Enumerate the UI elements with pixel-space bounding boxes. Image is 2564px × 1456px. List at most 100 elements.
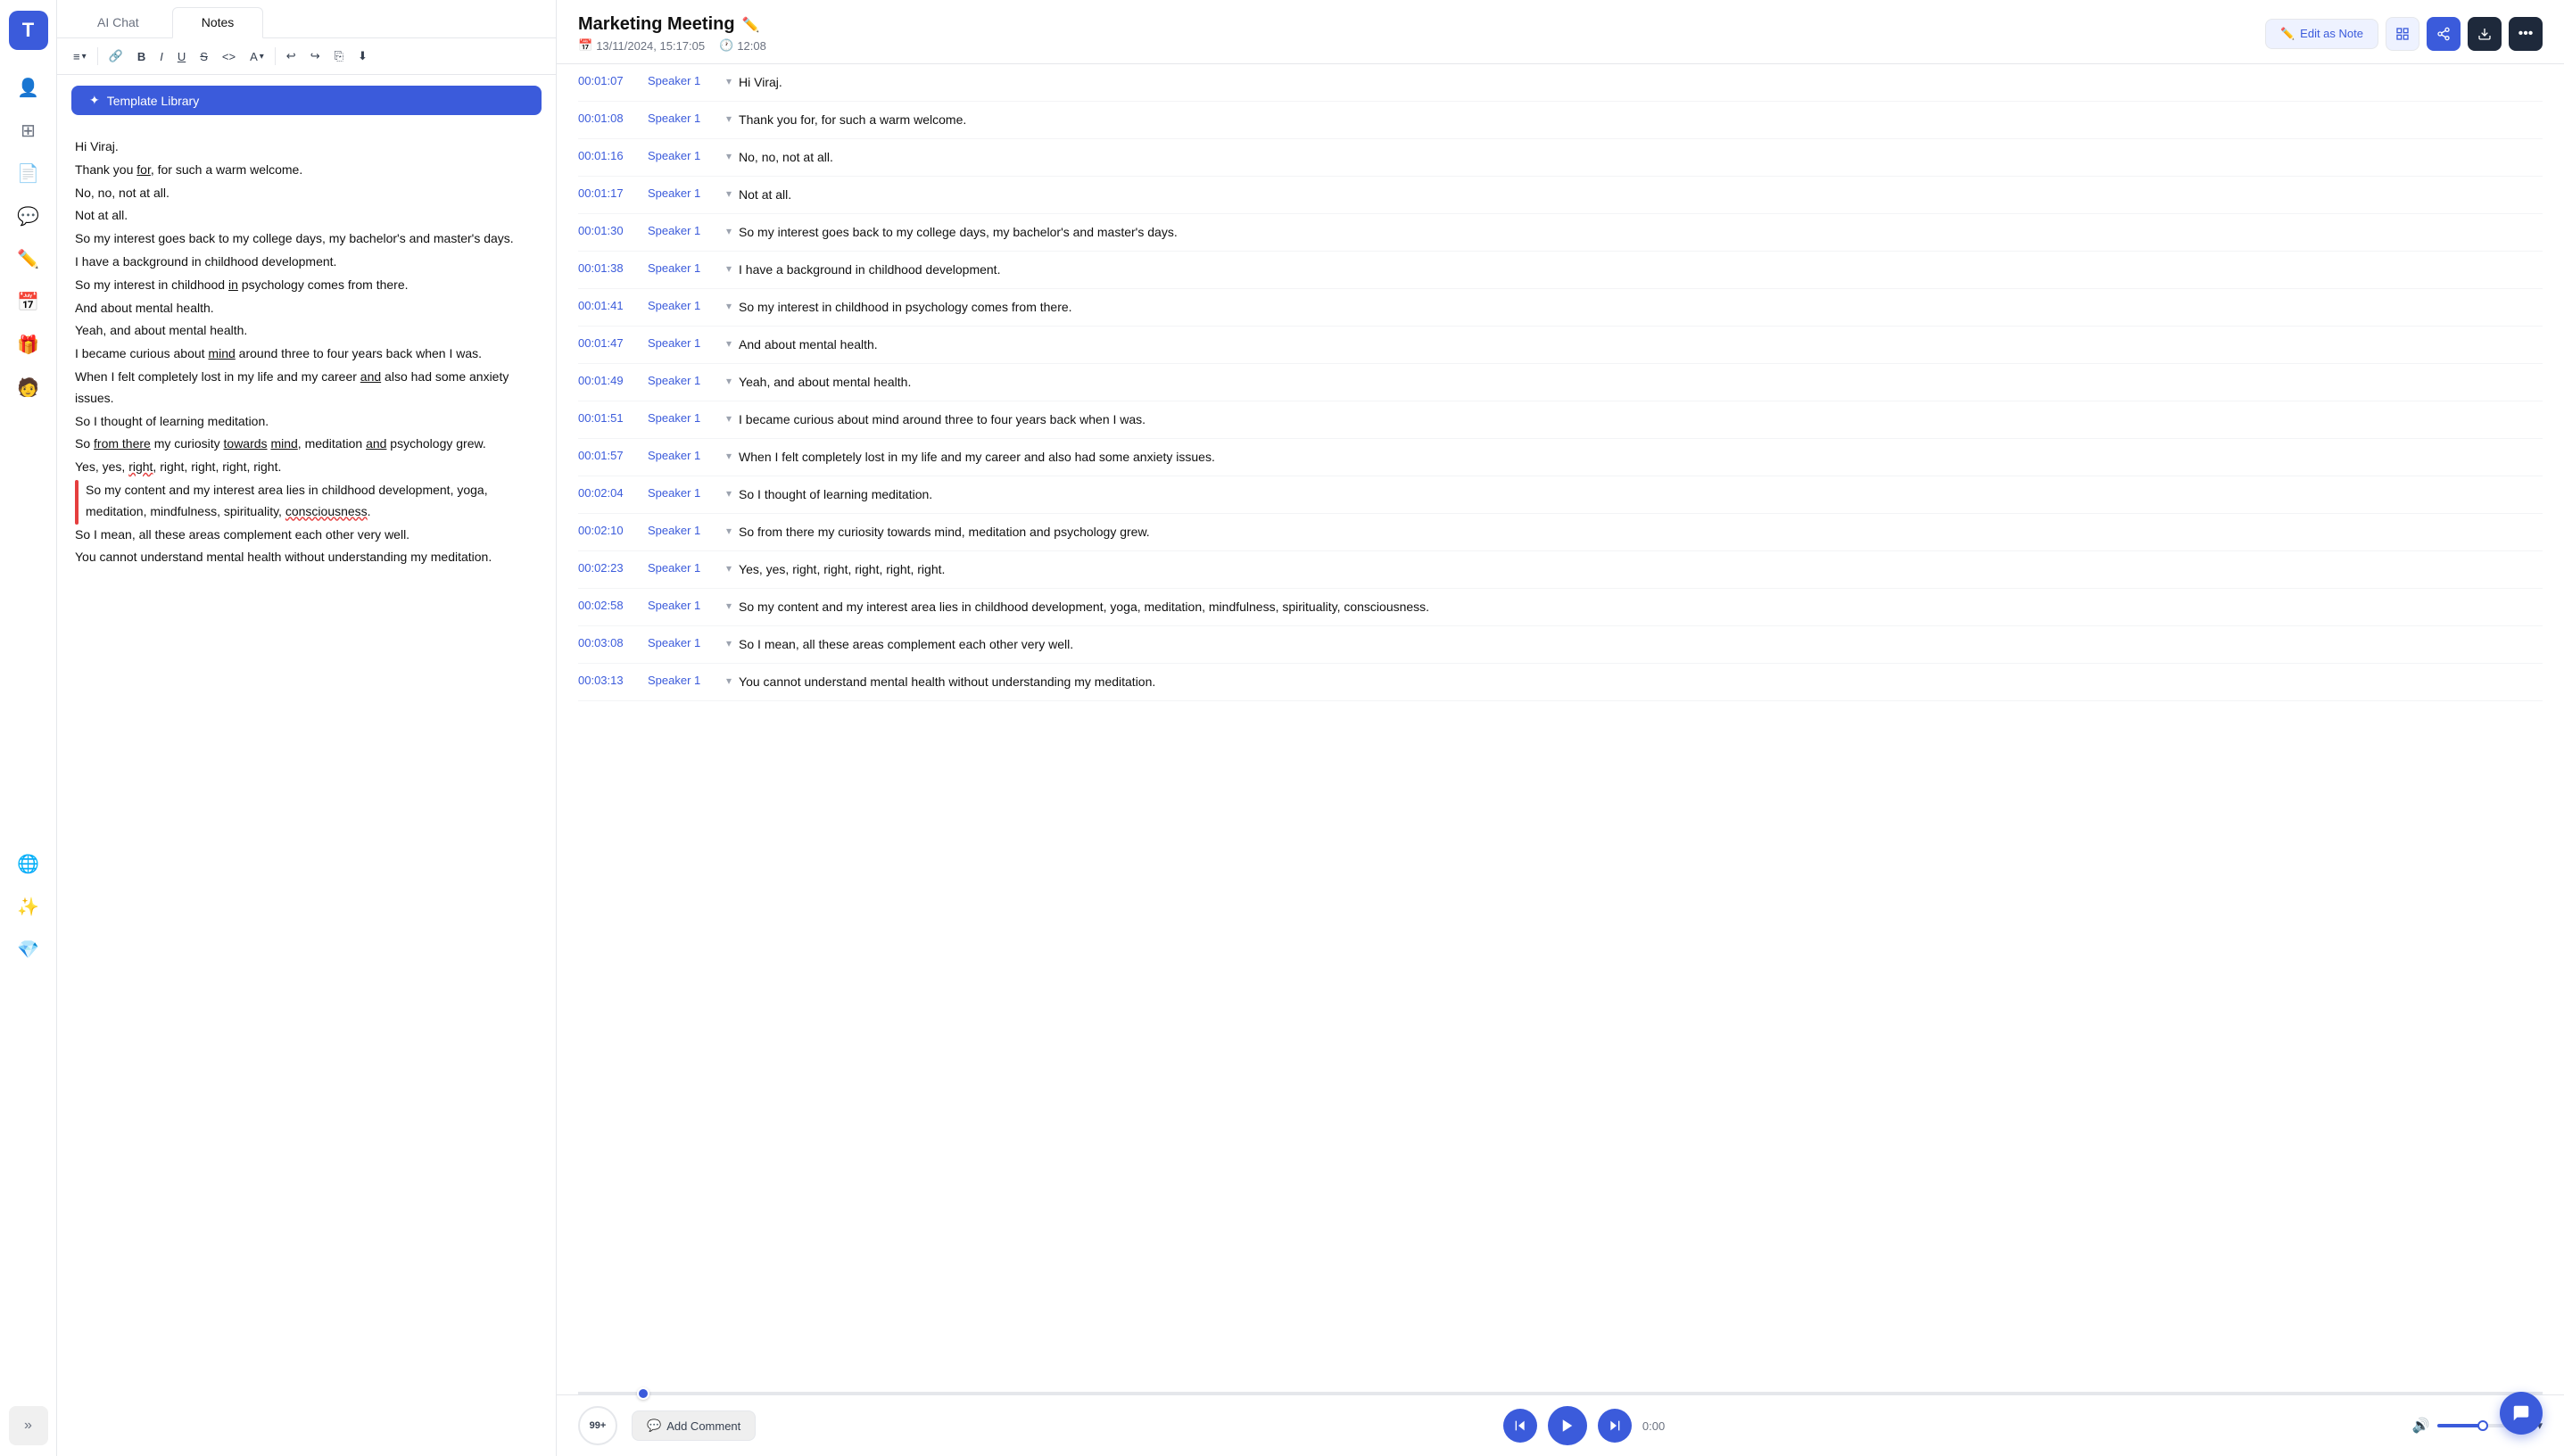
sidebar-item-users[interactable]: 👤	[9, 68, 48, 107]
share-btn[interactable]	[2427, 17, 2461, 51]
ts-speaker-14[interactable]: Speaker 1	[648, 598, 719, 612]
sidebar-item-translate[interactable]: 🌐	[9, 844, 48, 883]
sidebar-item-person[interactable]: 🧑	[9, 368, 48, 407]
volume-knob[interactable]	[2477, 1420, 2488, 1431]
sidebar-item-grid[interactable]: ⊞	[9, 111, 48, 150]
ts-speaker-5[interactable]: Speaker 1	[648, 261, 719, 275]
ts-time-12[interactable]: 00:02:10	[578, 523, 641, 537]
ts-time-13[interactable]: 00:02:23	[578, 560, 641, 575]
tab-ai-chat[interactable]: AI Chat	[68, 7, 169, 37]
ts-time-14[interactable]: 00:02:58	[578, 598, 641, 612]
ts-speaker-15[interactable]: Speaker 1	[648, 635, 719, 649]
ts-speaker-12[interactable]: Speaker 1	[648, 523, 719, 537]
ts-time-10[interactable]: 00:01:57	[578, 448, 641, 462]
progress-dot[interactable]	[637, 1387, 649, 1400]
ts-chevron-2[interactable]: ▾	[726, 148, 732, 162]
ts-speaker-11[interactable]: Speaker 1	[648, 485, 719, 500]
sidebar-item-calendar[interactable]: 📅	[9, 282, 48, 321]
ts-speaker-4[interactable]: Speaker 1	[648, 223, 719, 237]
ts-chevron-15[interactable]: ▾	[726, 635, 732, 649]
ts-time-8[interactable]: 00:01:49	[578, 373, 641, 387]
copy-btn[interactable]: ⎘	[329, 46, 349, 67]
skip-forward-btn[interactable]	[1598, 1409, 1632, 1443]
ts-speaker-9[interactable]: Speaker 1	[648, 410, 719, 425]
ts-speaker-13[interactable]: Speaker 1	[648, 560, 719, 575]
ts-time-3[interactable]: 00:01:17	[578, 186, 641, 200]
edit-as-note-btn[interactable]: ✏️ Edit as Note	[2265, 19, 2378, 49]
ts-speaker-0[interactable]: Speaker 1	[648, 73, 719, 87]
ts-time-4[interactable]: 00:01:30	[578, 223, 641, 237]
ts-chevron-6[interactable]: ▾	[726, 298, 732, 312]
current-time: 0:00	[1642, 1419, 1665, 1433]
ts-chevron-3[interactable]: ▾	[726, 186, 732, 200]
ts-chevron-14[interactable]: ▾	[726, 598, 732, 612]
ts-time-5[interactable]: 00:01:38	[578, 261, 641, 275]
ts-speaker-10[interactable]: Speaker 1	[648, 448, 719, 462]
ts-chevron-12[interactable]: ▾	[726, 523, 732, 537]
undo-btn[interactable]: ↩	[281, 46, 302, 67]
ts-chevron-10[interactable]: ▾	[726, 448, 732, 462]
ts-time-7[interactable]: 00:01:47	[578, 335, 641, 350]
ts-time-11[interactable]: 00:02:04	[578, 485, 641, 500]
underline-and2: and	[366, 436, 386, 451]
font-color-btn[interactable]: A ▾	[244, 46, 269, 67]
redo-btn[interactable]: ↪	[305, 46, 326, 67]
ts-chevron-5[interactable]: ▾	[726, 261, 732, 275]
ts-time-0[interactable]: 00:01:07	[578, 73, 641, 87]
chat-bubble-btn[interactable]	[2500, 1392, 2543, 1435]
ts-chevron-1[interactable]: ▾	[726, 111, 732, 125]
italic-btn[interactable]: I	[154, 46, 169, 67]
strikethrough-btn[interactable]: S	[194, 46, 213, 67]
sidebar-item-magic[interactable]: ✨	[9, 887, 48, 926]
share-icon-btn[interactable]	[2386, 17, 2419, 51]
ts-speaker-1[interactable]: Speaker 1	[648, 111, 719, 125]
ts-chevron-4[interactable]: ▾	[726, 223, 732, 237]
tab-notes[interactable]: Notes	[172, 7, 264, 38]
more-options-btn[interactable]: •••	[2509, 17, 2543, 51]
ts-chevron-13[interactable]: ▾	[726, 560, 732, 575]
ts-time-6[interactable]: 00:01:41	[578, 298, 641, 312]
link-btn[interactable]: 🔗	[103, 46, 128, 67]
ts-chevron-7[interactable]: ▾	[726, 335, 732, 350]
ts-speaker-2[interactable]: Speaker 1	[648, 148, 719, 162]
ts-speaker-3[interactable]: Speaker 1	[648, 186, 719, 200]
ts-time-2[interactable]: 00:01:16	[578, 148, 641, 162]
download-icon-btn[interactable]	[2468, 17, 2502, 51]
ts-speaker-8[interactable]: Speaker 1	[648, 373, 719, 387]
sidebar-item-gift[interactable]: 🎁	[9, 325, 48, 364]
bold-btn[interactable]: B	[132, 46, 151, 67]
ts-speaker-7[interactable]: Speaker 1	[648, 335, 719, 350]
edit-title-icon[interactable]: ✏️	[742, 16, 760, 34]
sidebar-item-edit[interactable]: ✏️	[9, 239, 48, 278]
sidebar-expand-btn[interactable]: »	[9, 1406, 48, 1445]
ts-speaker-6[interactable]: Speaker 1	[648, 298, 719, 312]
download-btn[interactable]: ⬇	[352, 46, 373, 67]
ts-speaker-16[interactable]: Speaker 1	[648, 673, 719, 687]
add-comment-btn[interactable]: 💬 Add Comment	[632, 1410, 756, 1441]
table-row: 00:03:13 Speaker 1 ▾ You cannot understa…	[578, 664, 2543, 701]
ts-time-9[interactable]: 00:01:51	[578, 410, 641, 425]
play-btn[interactable]	[1548, 1406, 1587, 1445]
progress-bar-container[interactable]	[557, 1388, 2564, 1394]
volume-icon[interactable]: 🔊	[2412, 1417, 2430, 1435]
volume-slider[interactable]	[2437, 1424, 2509, 1427]
sidebar-item-diamond[interactable]: 💎	[9, 930, 48, 969]
ts-chevron-0[interactable]: ▾	[726, 73, 732, 87]
ts-time-15[interactable]: 00:03:08	[578, 635, 641, 649]
ts-time-16[interactable]: 00:03:13	[578, 673, 641, 687]
ts-chevron-8[interactable]: ▾	[726, 373, 732, 387]
underline-btn[interactable]: U	[172, 46, 191, 67]
ts-chevron-9[interactable]: ▾	[726, 410, 732, 425]
editor-content[interactable]: Hi Viraj. Thank you for, for such a warm…	[57, 122, 556, 1456]
sidebar-item-document[interactable]: 📄	[9, 153, 48, 193]
code-btn[interactable]: <>	[217, 46, 241, 67]
ts-text-11: So I thought of learning meditation.	[739, 485, 2543, 504]
template-library-btn[interactable]: ✦ Template Library	[71, 86, 542, 115]
ts-chevron-11[interactable]: ▾	[726, 485, 732, 500]
sidebar-item-chat[interactable]: 💬	[9, 196, 48, 236]
ts-chevron-16[interactable]: ▾	[726, 673, 732, 687]
ts-time-1[interactable]: 00:01:08	[578, 111, 641, 125]
list-format-btn[interactable]: ≡ ▾	[68, 46, 92, 67]
skip-back-btn[interactable]	[1503, 1409, 1537, 1443]
progress-bar[interactable]	[578, 1392, 2543, 1394]
